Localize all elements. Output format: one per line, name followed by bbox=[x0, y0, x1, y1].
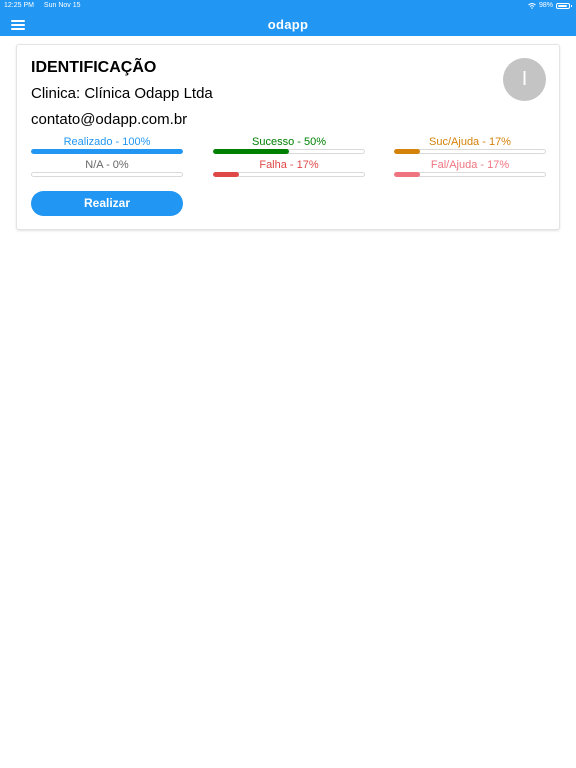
clinic-email: contato@odapp.com.br bbox=[31, 111, 188, 128]
realizar-button[interactable]: Realizar bbox=[31, 191, 183, 216]
stat-sucesso-track bbox=[213, 149, 365, 154]
app-bar: odapp bbox=[0, 12, 576, 36]
stat-sucesso-fill bbox=[213, 149, 289, 154]
battery-percent: 98% bbox=[538, 2, 553, 9]
stat-realizado-track bbox=[31, 149, 183, 154]
stat-suc-ajuda-track bbox=[394, 149, 546, 154]
stat-falha: Falha - 17% bbox=[213, 159, 365, 177]
app-screen: 12:25 PM Sun Nov 15 98% odapp IDENTIFICA… bbox=[0, 0, 576, 768]
status-time: 12:25 PM bbox=[4, 2, 34, 9]
avatar: I bbox=[503, 58, 546, 101]
stat-realizado-label: Realizado - 100% bbox=[63, 136, 151, 148]
stat-falha-fill bbox=[213, 172, 239, 177]
stat-suc-ajuda-fill bbox=[394, 149, 420, 154]
stat-na: N/A - 0% bbox=[31, 159, 183, 177]
stat-fal-ajuda-fill bbox=[394, 172, 420, 177]
app-title: odapp bbox=[267, 17, 309, 32]
stat-suc-ajuda: Suc/Ajuda - 17% bbox=[394, 136, 546, 154]
stat-fal-ajuda-label: Fal/Ajuda - 17% bbox=[430, 159, 510, 171]
status-date: Sun Nov 15 bbox=[43, 2, 81, 9]
stat-falha-label: Falha - 17% bbox=[259, 159, 319, 171]
stat-na-track bbox=[31, 172, 183, 177]
wifi-icon bbox=[528, 3, 536, 9]
stat-fal-ajuda-track bbox=[394, 172, 546, 177]
status-left: 12:25 PM Sun Nov 15 bbox=[4, 0, 81, 12]
stat-realizado-fill bbox=[31, 149, 183, 154]
clinic-name: Clinica: Clínica Odapp Ltda bbox=[31, 85, 213, 102]
status-right: 98% bbox=[528, 0, 572, 12]
stat-sucesso-label: Sucesso - 50% bbox=[252, 136, 326, 148]
stat-na-label: N/A - 0% bbox=[85, 159, 129, 171]
stat-fal-ajuda: Fal/Ajuda - 17% bbox=[394, 159, 546, 177]
stat-suc-ajuda-label: Suc/Ajuda - 17% bbox=[429, 136, 511, 148]
card-title: IDENTIFICAÇÃO bbox=[31, 59, 157, 76]
top-bar: 12:25 PM Sun Nov 15 98% odapp bbox=[0, 0, 576, 36]
stat-sucesso: Sucesso - 50% bbox=[213, 136, 365, 154]
stat-realizado: Realizado - 100% bbox=[31, 136, 183, 154]
stat-falha-track bbox=[213, 172, 365, 177]
status-bar: 12:25 PM Sun Nov 15 98% bbox=[0, 0, 576, 12]
identification-card: IDENTIFICAÇÃO Clinica: Clínica Odapp Ltd… bbox=[16, 44, 560, 230]
battery-icon bbox=[556, 3, 572, 9]
